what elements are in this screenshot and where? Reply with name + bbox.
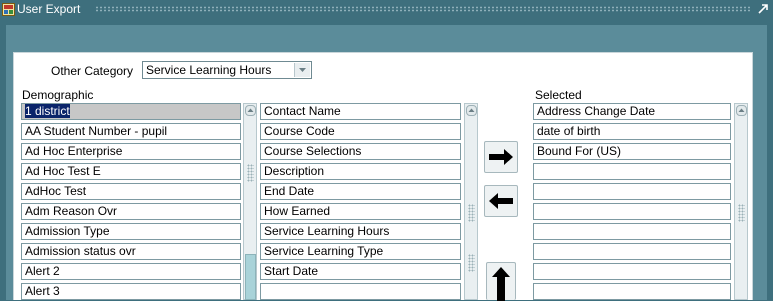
title-bar: User Export — [0, 0, 773, 19]
scroll-grip — [247, 164, 254, 182]
list-item[interactable]: Adm Reason Ovr — [21, 203, 241, 220]
other-category-value: Service Learning Hours — [146, 63, 272, 77]
list-item[interactable] — [533, 263, 731, 280]
list-item[interactable]: Alert 2 — [21, 263, 241, 280]
list-item[interactable] — [533, 203, 731, 220]
list-item[interactable]: Start Date — [260, 263, 461, 280]
list-item[interactable]: Description — [260, 163, 461, 180]
window-title: User Export — [17, 3, 85, 16]
scroll-up-button[interactable] — [466, 105, 477, 116]
list-item-label: Ad Hoc Test E — [25, 164, 101, 178]
window: User Export Other Category Service Learn… — [0, 0, 773, 301]
scroll-grip — [468, 254, 475, 272]
list-item-label: Address Change Date — [537, 104, 656, 118]
add-field-button[interactable] — [484, 141, 518, 173]
list-item[interactable] — [533, 223, 731, 240]
list-item[interactable]: Ad Hoc Enterprise — [21, 143, 241, 160]
other-category-label: Other Category — [51, 64, 134, 78]
scroll-thumb[interactable] — [245, 254, 256, 300]
list-item-label: AA Student Number - pupil — [25, 124, 168, 138]
chevron-down-icon — [299, 68, 306, 72]
list-item-label: Service Learning Hours — [264, 224, 390, 238]
remove-field-button[interactable] — [484, 185, 518, 217]
scroll-grip — [738, 204, 745, 222]
list-item-label: Ad Hoc Enterprise — [25, 144, 123, 158]
list-item-label: date of birth — [537, 124, 601, 138]
list-item[interactable]: AdHoc Test — [21, 183, 241, 200]
list-item[interactable] — [533, 163, 731, 180]
app-icon — [2, 3, 15, 16]
list-item-label: AdHoc Test — [25, 184, 87, 198]
list-item[interactable]: Service Learning Type — [260, 243, 461, 260]
list-item[interactable]: Ad Hoc Test E — [21, 163, 241, 180]
demographic-header: Demographic — [22, 88, 94, 102]
move-up-button[interactable] — [486, 262, 516, 301]
scroll-up-icon — [738, 108, 745, 112]
demographic-scrollbar[interactable] — [243, 103, 257, 300]
other-category-dropdown[interactable]: Service Learning Hours — [142, 61, 312, 79]
list-item-label: Start Date — [264, 264, 319, 278]
list-item-label: Admission status ovr — [25, 244, 136, 258]
up-arrow-icon — [492, 267, 510, 301]
list-item[interactable]: Contact Name — [260, 103, 461, 120]
selected-scrollbar[interactable] — [734, 103, 748, 300]
left-arrow-icon — [489, 193, 513, 209]
list-item[interactable]: Admission status ovr — [21, 243, 241, 260]
list-item[interactable]: 1 district — [21, 103, 241, 120]
list-item-label: Course Code — [264, 124, 335, 138]
list-item[interactable]: Alert 3 — [21, 283, 241, 300]
scroll-up-icon — [468, 108, 475, 112]
scroll-up-button[interactable] — [736, 105, 747, 116]
title-bar-texture — [95, 6, 751, 12]
list-item-label: End Date — [264, 184, 315, 198]
list-item[interactable]: Course Code — [260, 123, 461, 140]
list-item[interactable] — [260, 283, 461, 300]
list-item[interactable]: Bound For (US) — [533, 143, 731, 160]
right-arrow-icon — [489, 149, 513, 165]
list-item-label: Service Learning Type — [264, 244, 384, 258]
list-item[interactable]: Service Learning Hours — [260, 223, 461, 240]
list-item-label: Alert 3 — [25, 284, 60, 298]
list-item-label: Description — [264, 164, 325, 178]
category-fields-scrollbar[interactable] — [464, 103, 478, 300]
selected-header: Selected — [535, 88, 582, 102]
list-item-label: How Earned — [264, 204, 331, 218]
list-item[interactable]: Address Change Date — [533, 103, 731, 120]
list-item[interactable] — [533, 183, 731, 200]
list-item-label: Bound For (US) — [537, 144, 622, 158]
list-item-label: Admission Type — [25, 224, 110, 238]
list-item-label: Adm Reason Ovr — [25, 204, 118, 218]
scroll-grip — [468, 204, 475, 222]
list-item-label: Course Selections — [264, 144, 362, 158]
list-item[interactable]: Admission Type — [21, 223, 241, 240]
list-item[interactable]: End Date — [260, 183, 461, 200]
list-item-label: Alert 2 — [25, 264, 60, 278]
list-item-label: 1 district — [25, 104, 70, 118]
list-item[interactable]: date of birth — [533, 123, 731, 140]
scroll-up-button[interactable] — [245, 105, 256, 116]
list-item[interactable] — [533, 243, 731, 260]
list-item[interactable]: How Earned — [260, 203, 461, 220]
restore-icon[interactable] — [757, 3, 769, 15]
dropdown-button[interactable] — [294, 63, 310, 77]
list-item-label: Contact Name — [264, 104, 341, 118]
list-item[interactable]: AA Student Number - pupil — [21, 123, 241, 140]
list-item[interactable] — [533, 283, 731, 300]
list-item[interactable]: Course Selections — [260, 143, 461, 160]
scroll-up-icon — [247, 108, 254, 112]
